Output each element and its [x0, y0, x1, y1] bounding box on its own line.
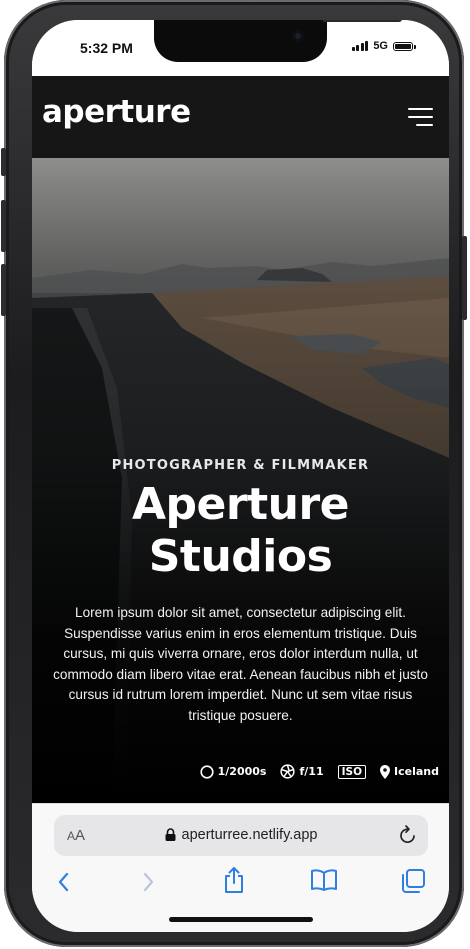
network-type: 5G	[373, 40, 388, 52]
url-text: aperturree.netlify.app	[181, 827, 318, 843]
notch	[154, 20, 402, 62]
hero-section: PHOTOGRAPHER & FILMMAKER Aperture Studio…	[32, 158, 449, 803]
location-pin-icon	[380, 764, 391, 779]
iso-badge: ISO	[337, 764, 367, 779]
shutter-value: 1/2000s	[217, 765, 267, 778]
hero-title: Aperture Studios	[32, 479, 449, 583]
shutter-icon	[200, 764, 214, 779]
status-time: 5:32 PM	[80, 40, 133, 56]
lock-icon	[165, 828, 176, 841]
hero-title-line1: Aperture	[132, 479, 350, 530]
share-icon[interactable]	[221, 866, 247, 894]
volume-up-button	[1, 200, 6, 252]
status-bar: 5:32 PM 5G	[32, 20, 449, 76]
phone-frame: 5:32 PM 5G aperture PHOTOGRAPHER & FILMM…	[1, 0, 467, 947]
power-button	[462, 236, 467, 320]
volume-down-button	[1, 264, 6, 316]
mute-switch	[1, 148, 6, 176]
back-icon[interactable]	[56, 870, 72, 894]
location-spec: Iceland	[380, 764, 439, 779]
aperture-spec: f/11	[280, 764, 324, 779]
tabs-icon[interactable]	[400, 868, 426, 894]
address-bar[interactable]: AA aperturree.netlify.app	[54, 815, 428, 856]
iso-spec: ISO	[337, 764, 367, 779]
browser-bar: AA aperturree.netlify.app	[32, 803, 449, 932]
battery-icon	[393, 41, 416, 51]
home-indicator[interactable]	[169, 917, 313, 922]
screen: 5:32 PM 5G aperture PHOTOGRAPHER & FILMM…	[32, 20, 449, 932]
hero-content: PHOTOGRAPHER & FILMMAKER Aperture Studio…	[32, 458, 449, 726]
url-display[interactable]: aperturree.netlify.app	[54, 827, 428, 843]
forward-icon[interactable]	[140, 870, 156, 894]
hamburger-menu-icon[interactable]	[408, 108, 433, 126]
status-indicators: 5G	[351, 40, 416, 52]
hero-description: Lorem ipsum dolor sit amet, consectetur …	[53, 605, 428, 723]
hero-title-line2: Studios	[148, 531, 333, 582]
front-camera	[292, 30, 304, 42]
reload-icon[interactable]	[398, 824, 418, 846]
aperture-icon	[280, 764, 296, 779]
site-logo[interactable]: aperture	[42, 94, 191, 130]
signal-bars-icon	[351, 41, 369, 51]
hero-kicker: PHOTOGRAPHER & FILMMAKER	[111, 458, 370, 473]
browser-toolbar	[32, 864, 449, 904]
shutter-spec: 1/2000s	[200, 764, 267, 779]
bookmarks-icon[interactable]	[310, 868, 338, 892]
speaker-grille	[322, 20, 402, 22]
photo-specs: 1/2000s f/11 ISO Iceland	[200, 764, 439, 779]
site-header: aperture	[32, 76, 449, 158]
aperture-value: f/11	[299, 765, 324, 778]
location-value: Iceland	[394, 765, 439, 778]
